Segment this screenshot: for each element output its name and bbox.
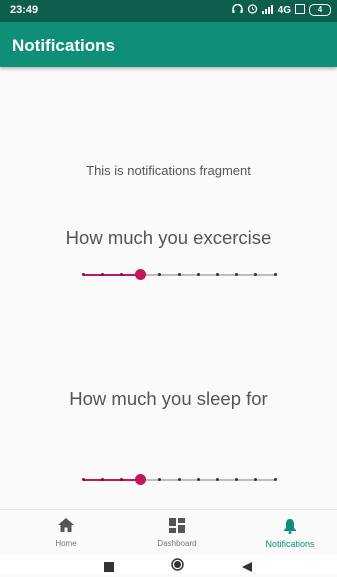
slider-tick [273,273,277,276]
battery-icon: 4 [309,4,331,16]
slider-tick [196,273,200,276]
slider-tick [215,273,219,276]
nav-label-notifications: Notifications [265,539,315,549]
slider-thumb[interactable] [135,474,147,485]
bottom-navigation: Home Dashboard Notifications [0,509,337,556]
slider-track-active [83,479,141,481]
slider-thumb[interactable] [135,269,147,280]
home-icon [58,518,74,537]
nav-label-dashboard: Dashboard [157,539,197,548]
app-bar: Notifications [0,22,337,67]
system-navigation-bar [0,555,337,575]
slider-tick [119,273,123,276]
slider-tick [119,478,123,481]
status-bar: 23:49 4G 4 [0,0,337,22]
slider-tick [81,478,85,481]
network-type: 4G [277,4,291,16]
dashboard-icon [169,518,185,538]
volte-icon [295,4,305,16]
slider-track-active [83,274,141,276]
slider-tick [100,478,104,481]
sleep-question-label: How much you sleep for [69,388,268,409]
fragment-text: This is notifications fragment [86,163,251,178]
exercise-question-label: How much you excercise [65,227,272,248]
page-title: Notifications [12,36,115,55]
home-button[interactable] [171,558,184,576]
exercise-slider[interactable] [81,265,277,285]
sleep-slider[interactable] [81,470,277,490]
slider-tick [196,478,200,481]
alarm-icon [247,3,258,17]
slider-tick [177,273,181,276]
slider-tick [100,273,104,276]
notifications-content: This is notifications fragment How much … [0,67,337,509]
signal-icon [261,4,274,17]
status-time: 23:49 [10,4,39,16]
slider-tick [273,478,277,481]
recents-button[interactable] [104,559,114,577]
nav-item-dashboard[interactable]: Dashboard [121,510,233,556]
slider-tick [177,478,181,481]
nav-label-home: Home [55,539,77,548]
slider-tick [81,273,85,276]
nav-item-notifications[interactable]: Notifications [234,510,337,556]
bell-icon [283,518,297,539]
headphones-icon [231,3,243,17]
nav-item-home[interactable]: Home [10,510,122,556]
back-button[interactable] [242,559,252,577]
status-icons: 4G 4 [231,3,331,17]
slider-tick [215,478,219,481]
